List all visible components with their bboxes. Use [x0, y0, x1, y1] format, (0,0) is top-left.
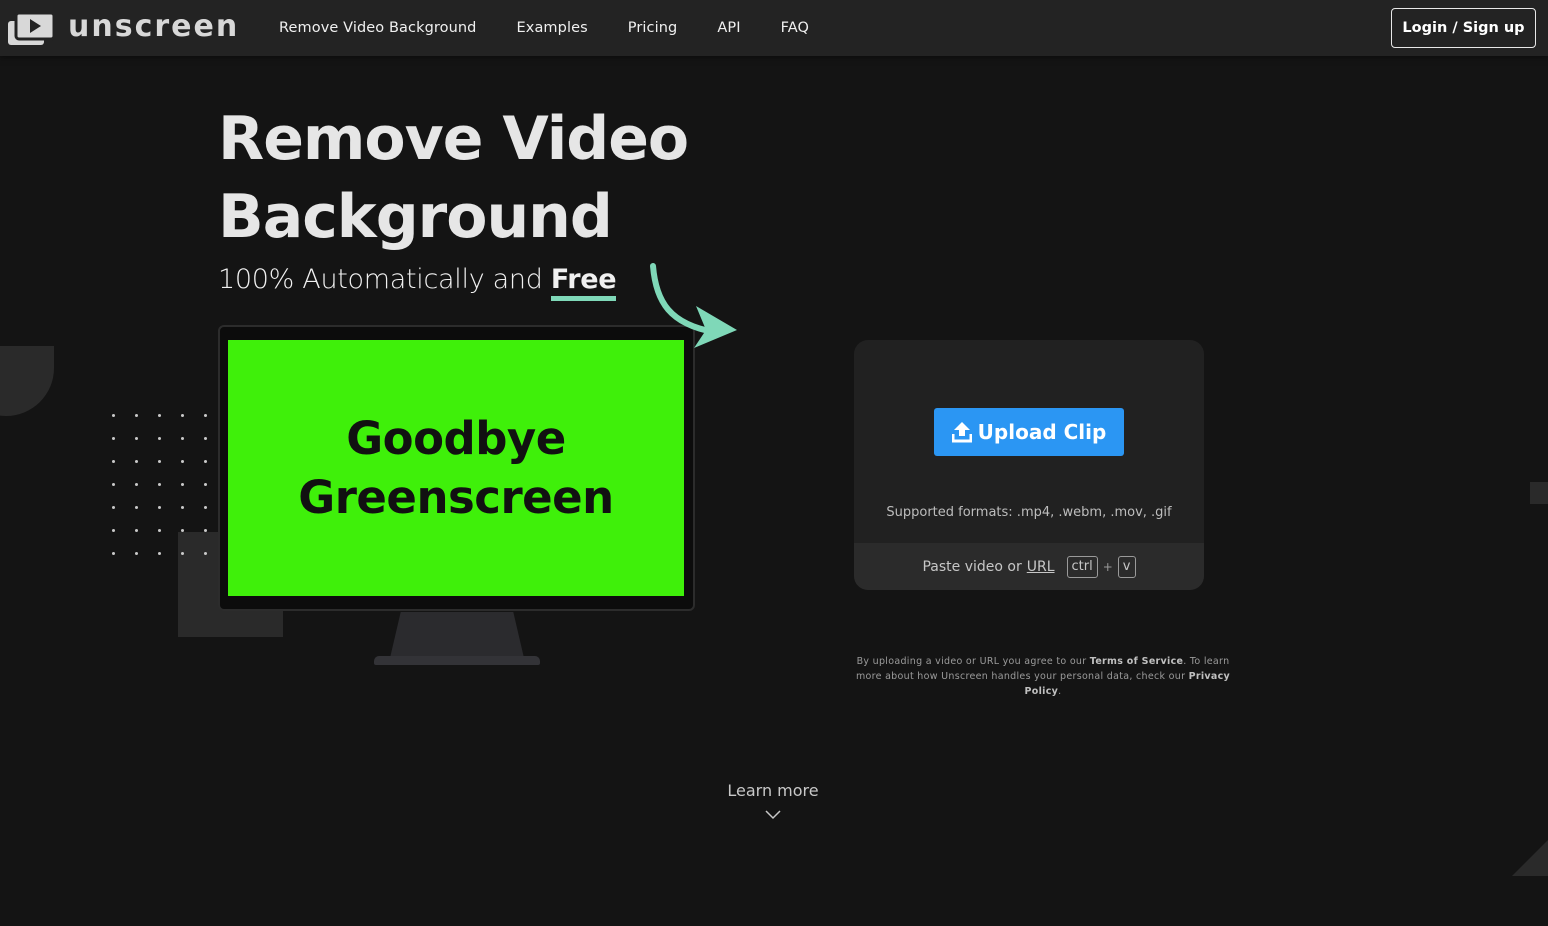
- decorative-dot: [135, 460, 138, 463]
- upload-clip-button[interactable]: Upload Clip: [934, 408, 1124, 456]
- greenscreen-line2: Greenscreen: [298, 471, 614, 524]
- terms-text-1: By uploading a video or URL you agree to…: [856, 656, 1087, 667]
- key-v: v: [1117, 555, 1136, 578]
- decorative-dot: [158, 529, 161, 532]
- greenscreen-display: Goodbye Greenscreen: [228, 340, 684, 596]
- login-signup-button[interactable]: Login / Sign up: [1391, 8, 1536, 48]
- navbar: unscreen Remove Video Background Example…: [0, 0, 1548, 56]
- monitor-stand: [390, 612, 524, 658]
- decorative-dot: [158, 483, 161, 486]
- decorative-dot: [135, 506, 138, 509]
- decorative-dot: [181, 552, 184, 555]
- greenscreen-text: Goodbye Greenscreen: [298, 409, 614, 527]
- decorative-dot: [181, 506, 184, 509]
- decorative-dot: [204, 506, 207, 509]
- supported-formats: Supported formats: .mp4, .webm, .mov, .g…: [886, 505, 1172, 520]
- paste-bar: Paste video or URL ctrl + v: [854, 543, 1204, 590]
- paste-prefix: Paste video or: [922, 558, 1022, 575]
- logo-wordmark: unscreen: [68, 9, 240, 44]
- logo-play-icon: [8, 11, 56, 45]
- decorative-dot: [135, 483, 138, 486]
- terms-of-service-link[interactable]: Terms of Service: [1090, 656, 1183, 667]
- nav-link-remove-video-background[interactable]: Remove Video Background: [279, 20, 477, 36]
- decorative-dot: [112, 552, 115, 555]
- decorative-dot: [158, 552, 161, 555]
- nav-link-pricing[interactable]: Pricing: [628, 20, 678, 36]
- greenscreen-line1: Goodbye: [346, 412, 566, 465]
- page-title-line1: Remove Video: [218, 104, 689, 174]
- decorative-dot: [204, 552, 207, 555]
- decorative-dot: [158, 414, 161, 417]
- decorative-dot: [204, 483, 207, 486]
- upload-card: Upload Clip Supported formats: .mp4, .we…: [854, 340, 1204, 590]
- page-title-line2: Background: [218, 182, 613, 252]
- nav-link-examples[interactable]: Examples: [517, 20, 588, 36]
- decorative-dot: [204, 460, 207, 463]
- decorative-dot: [112, 529, 115, 532]
- decorative-dot: [135, 414, 138, 417]
- decorative-dot: [181, 460, 184, 463]
- decorative-dot: [181, 414, 184, 417]
- logo[interactable]: unscreen: [8, 9, 240, 46]
- decorative-dot: [158, 437, 161, 440]
- monitor-illustration: Goodbye Greenscreen: [218, 325, 695, 611]
- monitor-base: [374, 656, 540, 665]
- decorative-dot: [135, 529, 138, 532]
- learn-more-link[interactable]: Learn more: [700, 781, 846, 800]
- key-ctrl: ctrl: [1066, 555, 1098, 578]
- decorative-dot: [158, 460, 161, 463]
- nav-link-faq[interactable]: FAQ: [781, 20, 809, 36]
- hero-subtitle: 100% Automatically and Free: [218, 264, 617, 301]
- terms-notice: By uploading a video or URL you agree to…: [850, 654, 1236, 699]
- chevron-down-icon[interactable]: [765, 810, 781, 820]
- decorative-dot: [181, 437, 184, 440]
- hero-subtitle-prefix: 100% Automatically and: [218, 264, 543, 295]
- decorative-dot: [181, 483, 184, 486]
- hero-subtitle-free: Free: [550, 264, 617, 301]
- decorative-edge-block: [1530, 482, 1548, 504]
- decorative-dot: [204, 437, 207, 440]
- decorative-dot: [204, 414, 207, 417]
- nav-links: Remove Video Background Examples Pricing…: [279, 0, 849, 56]
- decorative-dot: [112, 414, 115, 417]
- decorative-dot: [158, 506, 161, 509]
- page-title: Remove Video Background: [218, 100, 778, 256]
- nav-link-api[interactable]: API: [717, 20, 740, 36]
- key-plus: +: [1102, 559, 1113, 574]
- decorative-half-circle: [0, 346, 56, 416]
- decorative-dot: [135, 437, 138, 440]
- decorative-dot: [112, 506, 115, 509]
- decorative-triangle: [1512, 840, 1548, 876]
- decorative-dot: [112, 483, 115, 486]
- decorative-dot: [204, 529, 207, 532]
- upload-icon: [951, 422, 972, 443]
- decorative-dot: [112, 460, 115, 463]
- decorative-dot: [181, 529, 184, 532]
- decorative-dot: [135, 552, 138, 555]
- curved-arrow-icon: [650, 263, 737, 348]
- terms-text-3: .: [1058, 686, 1062, 697]
- upload-clip-label: Upload Clip: [977, 420, 1107, 444]
- decorative-dot: [112, 437, 115, 440]
- paste-url-link[interactable]: URL: [1027, 559, 1055, 575]
